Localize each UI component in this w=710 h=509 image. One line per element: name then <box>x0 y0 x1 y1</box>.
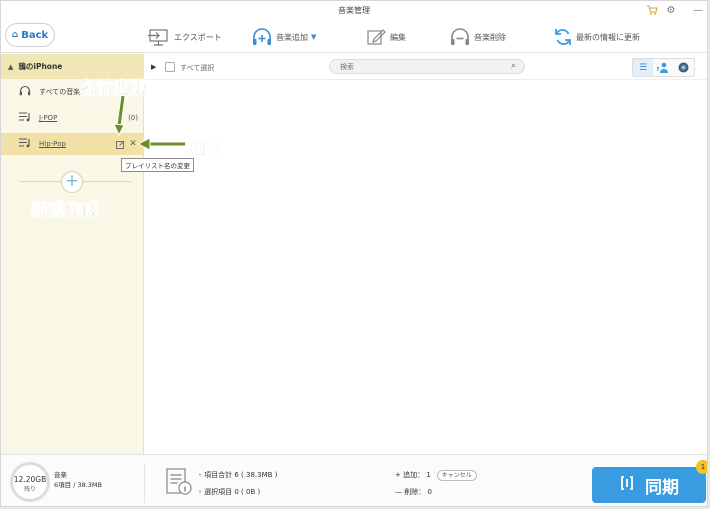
content-header: ▶ すべて選択 ⌕ ☰ <box>145 54 707 80</box>
headphones-add-icon <box>252 28 272 46</box>
plus-icon: + <box>64 171 80 191</box>
minus-icon: — <box>395 488 405 496</box>
minimize-icon[interactable]: — <box>691 3 705 17</box>
bottom-bar: 12.20GB 残り 音楽 6項目 / 38.3MB • 項目合計 6 ( 38.… <box>1 454 707 506</box>
bottom-divider <box>144 463 145 503</box>
rename-tooltip: プレイリスト名の変更 <box>121 158 194 172</box>
export-icon <box>148 28 170 46</box>
storage-sub: 残り <box>23 486 36 493</box>
headphones-icon <box>19 85 33 99</box>
refresh-label: 最新の情報に更新 <box>576 32 640 42</box>
category-detail: 6項目 / 38.3MB <box>54 481 102 489</box>
annotation-delete: 削除 <box>189 139 224 160</box>
add-playlist-button[interactable]: + <box>61 171 83 193</box>
artist-view-icon[interactable] <box>653 59 673 76</box>
sync-button[interactable]: 同期 <box>592 467 706 503</box>
sync-badge: 1 <box>696 460 707 474</box>
delete-music-button[interactable]: 音楽削除 <box>450 26 506 48</box>
view-switcher: ☰ <box>632 58 695 77</box>
delete-count: 削除： 0 <box>404 488 432 496</box>
storage-info: 音楽 6項目 / 38.3MB <box>54 470 102 490</box>
storage-ring: 12.20GB 残り <box>10 462 50 502</box>
annotation-delete-arrow-icon <box>137 137 185 151</box>
gear-icon[interactable]: ⚙ <box>664 3 678 17</box>
selected-items: 選択項目 0 ( 0B ) <box>204 488 261 496</box>
search-input[interactable] <box>330 60 500 73</box>
toolbar: ⌂ Back エクスポート 音楽追加 ▼ 編集 音楽削除 最新の情報に更新 <box>1 21 707 53</box>
storage-value: 12.20GB <box>13 475 47 484</box>
edit-button[interactable]: 編集 <box>367 26 406 48</box>
annotation-rename-arrow-icon <box>113 96 126 136</box>
sync-icon <box>619 475 635 495</box>
select-all-checkbox[interactable] <box>165 62 175 72</box>
category-label: 音楽 <box>54 471 67 479</box>
sidebar-item-label: すべての音楽 <box>39 88 81 96</box>
sidebar-item-label: Hip-Pop <box>39 140 66 148</box>
edit-label: 編集 <box>390 32 406 42</box>
plus-icon: + <box>395 471 404 479</box>
home-icon: ⌂ <box>11 30 19 40</box>
cart-icon[interactable] <box>645 3 659 17</box>
edit-icon <box>367 28 386 46</box>
stats: • 項目合計 6 ( 38.3MB ) • 選択項目 0 ( 0B ) <box>198 467 277 501</box>
headphones-remove-icon <box>450 28 470 46</box>
select-all-label: すべて選択 <box>180 64 215 72</box>
total-items: 項目合計 6 ( 38.3MB ) <box>204 471 278 479</box>
search-icon[interactable]: ⌕ <box>511 61 516 71</box>
annotation-new-create: 新規作成 <box>31 201 100 222</box>
export-label: エクスポート <box>174 32 222 42</box>
info-document-icon <box>166 468 193 498</box>
rename-playlist-icon[interactable] <box>115 139 125 149</box>
expand-triangle-icon[interactable]: ▶ <box>151 63 156 71</box>
title-bar: 音楽管理 ⚙ — <box>1 1 707 21</box>
sync-label: 同期 <box>645 477 679 498</box>
refresh-button[interactable]: 最新の情報に更新 <box>554 26 640 48</box>
sidebar-item-hip-pop[interactable]: Hip-Pop ✕ <box>1 133 144 155</box>
device-name: 鴉のiPhone <box>18 62 63 71</box>
bullet-icon: • <box>198 488 203 496</box>
bullet-icon: • <box>198 471 203 479</box>
add-count: 追加： 1 <box>403 471 431 479</box>
search-box: ⌕ <box>329 59 525 74</box>
back-label: Back <box>21 29 49 41</box>
add-music-button[interactable]: 音楽追加 ▼ <box>252 26 316 48</box>
playlist-icon <box>19 137 33 151</box>
export-button[interactable]: エクスポート <box>148 26 222 48</box>
back-button[interactable]: ⌂ Back <box>5 23 55 47</box>
add-music-label: 音楽追加 <box>276 32 308 42</box>
list-view-icon[interactable]: ☰ <box>633 59 654 76</box>
playlist-icon <box>19 111 33 125</box>
pending-changes: + 追加： 1 キャンセル — 削除： 0 <box>395 467 477 501</box>
cancel-button[interactable]: キャンセル <box>436 470 477 481</box>
refresh-icon <box>554 28 572 46</box>
delete-music-label: 音楽削除 <box>474 32 506 42</box>
album-view-icon[interactable] <box>674 59 694 76</box>
sidebar-item-label: J-POP <box>39 114 58 122</box>
window-title: 音楽管理 <box>338 6 370 15</box>
chevron-down-icon: ▼ <box>311 33 317 41</box>
sidebar-item-count: (0) <box>128 114 138 122</box>
collapse-triangle-icon[interactable]: ▲ <box>8 63 13 71</box>
